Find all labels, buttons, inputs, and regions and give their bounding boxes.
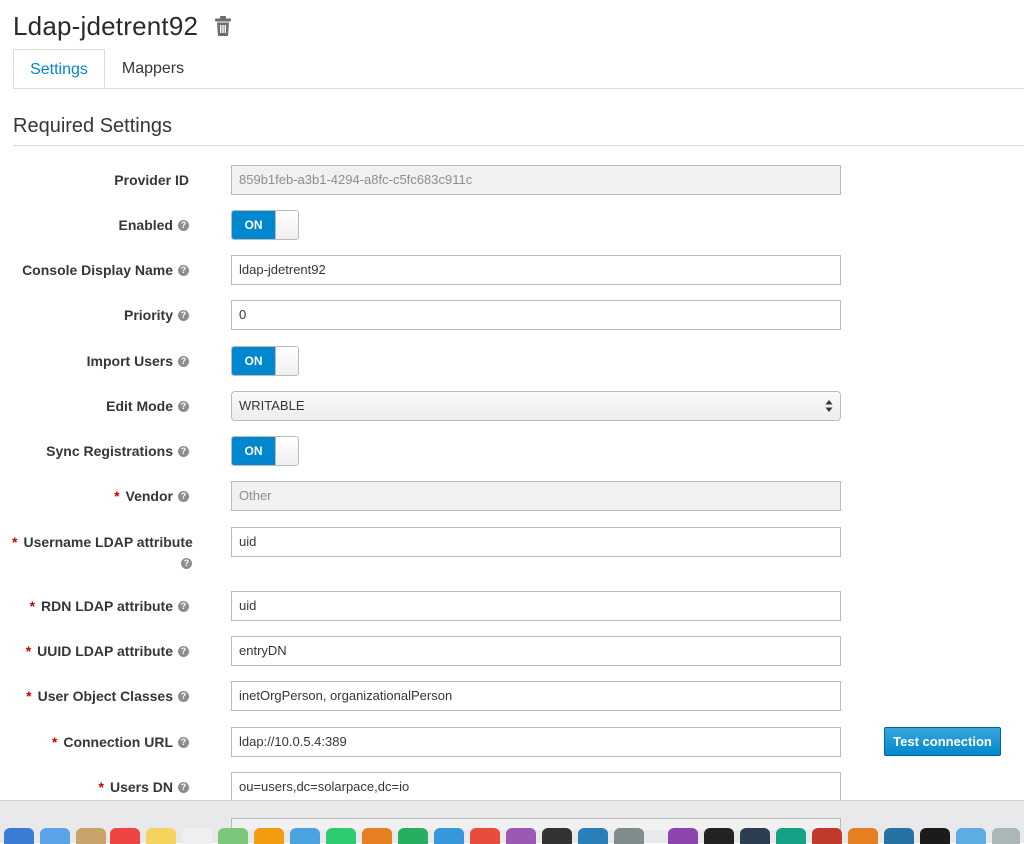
help-icon[interactable]: ? [178, 309, 189, 321]
edit-mode-select[interactable]: WRITABLE [231, 391, 841, 421]
section-divider [13, 145, 1024, 146]
uuid-ldap-attribute-input[interactable]: entryDN [231, 636, 841, 666]
toggle-on-label: ON [232, 211, 275, 239]
enabled-toggle[interactable]: ON [231, 210, 299, 240]
username-ldap-attribute-row: * Username LDAP attribute uid [0, 527, 1024, 557]
provider-id-row: Provider ID 859b1feb-a3b1-4294-a8fc-c5fc… [0, 165, 1024, 195]
uuid-ldap-attribute-label: * UUID LDAP attribute? [26, 643, 189, 659]
console-display-name-label: Console Display Name? [22, 262, 189, 278]
sync-registrations-row: Sync Registrations? ON [0, 436, 1024, 466]
page-header: Ldap-jdetrent92 [13, 8, 232, 44]
test-connection-button[interactable]: Test connection [884, 727, 1001, 756]
users-dn-label: * Users DN? [99, 779, 189, 795]
help-icon[interactable]: ? [178, 490, 189, 502]
username-ldap-attribute-label: * Username LDAP attribute [12, 534, 193, 550]
import-users-toggle[interactable]: ON [231, 346, 299, 376]
provider-id-field: 859b1feb-a3b1-4294-a8fc-c5fc683c911c [231, 165, 841, 195]
sync-registrations-toggle[interactable]: ON [231, 436, 299, 466]
help-icon[interactable]: ? [178, 264, 189, 276]
import-users-label: Import Users? [87, 353, 189, 369]
provider-id-label: Provider ID [114, 172, 189, 188]
rdn-ldap-attribute-label: * RDN LDAP attribute? [30, 598, 189, 614]
page-title: Ldap-jdetrent92 [13, 10, 199, 41]
user-object-classes-row: * User Object Classes? inetOrgPerson, org… [0, 681, 1024, 711]
required-marker: * [29, 598, 36, 614]
help-icon[interactable]: ? [181, 558, 192, 569]
help-icon[interactable]: ? [178, 690, 189, 702]
user-object-classes-input[interactable]: inetOrgPerson, organizationalPerson [231, 681, 841, 711]
console-display-name-input[interactable]: ldap-jdetrent92 [231, 255, 841, 285]
tab-settings[interactable]: Settings [13, 49, 105, 88]
help-icon[interactable]: ? [178, 600, 189, 612]
enabled-row: Enabled? ON [0, 210, 1024, 240]
help-icon[interactable]: ? [178, 400, 189, 412]
connection-url-input[interactable]: ldap://10.0.5.4:389 [231, 727, 841, 757]
help-icon[interactable]: ? [178, 645, 189, 657]
edit-mode-row: Edit Mode? WRITABLE [0, 391, 1024, 421]
user-object-classes-label: * User Object Classes? [26, 688, 189, 704]
import-users-row: Import Users? ON [0, 346, 1024, 376]
help-icon[interactable]: ? [178, 219, 189, 231]
section-title: Required Settings [13, 115, 172, 137]
vendor-label: * Vendor? [114, 488, 189, 504]
edit-mode-selected-value: WRITABLE [239, 398, 305, 413]
users-dn-input[interactable]: ou=users,dc=solarpace,dc=io [231, 772, 841, 802]
enabled-label: Enabled? [119, 217, 189, 233]
help-icon[interactable]: ? [178, 445, 189, 457]
required-marker: * [51, 734, 58, 750]
required-marker: * [114, 488, 120, 504]
toggle-knob [275, 211, 298, 239]
select-arrows-icon [825, 400, 833, 412]
rdn-ldap-attribute-row: * RDN LDAP attribute? uid [0, 591, 1024, 621]
connection-url-row: * Connection URL? ldap://10.0.5.4:389 Tes… [0, 727, 1024, 757]
username-ldap-attribute-input[interactable]: uid [231, 527, 841, 557]
priority-label: Priority? [124, 307, 189, 323]
rdn-ldap-attribute-input[interactable]: uid [231, 591, 841, 621]
help-icon[interactable]: ? [178, 355, 189, 367]
vendor-row: * Vendor? Other [0, 481, 1024, 511]
toggle-on-label: ON [232, 347, 275, 375]
uuid-ldap-attribute-row: * UUID LDAP attribute? entryDN [0, 636, 1024, 666]
required-marker: * [26, 688, 32, 704]
edit-mode-label: Edit Mode? [106, 398, 189, 414]
console-display-name-row: Console Display Name? ldap-jdetrent92 [0, 255, 1024, 285]
tab-mappers[interactable]: Mappers [105, 49, 201, 88]
users-dn-row: * Users DN? ou=users,dc=solarpace,dc=io [0, 772, 1024, 802]
required-marker: * [98, 779, 104, 795]
toggle-knob [275, 347, 298, 375]
priority-row: Priority? 0 [0, 300, 1024, 330]
tab-bar: Settings Mappers [13, 49, 1024, 89]
required-marker: * [25, 643, 32, 659]
vendor-field: Other [231, 481, 841, 511]
required-marker: * [12, 534, 18, 550]
trash-icon[interactable] [214, 15, 232, 37]
sync-registrations-label: Sync Registrations? [46, 443, 189, 459]
priority-input[interactable]: 0 [231, 300, 841, 330]
help-icon[interactable]: ? [178, 736, 189, 748]
help-icon[interactable]: ? [178, 781, 189, 793]
toggle-knob [275, 437, 298, 465]
connection-url-label: * Connection URL? [52, 734, 189, 750]
toggle-on-label: ON [232, 437, 275, 465]
